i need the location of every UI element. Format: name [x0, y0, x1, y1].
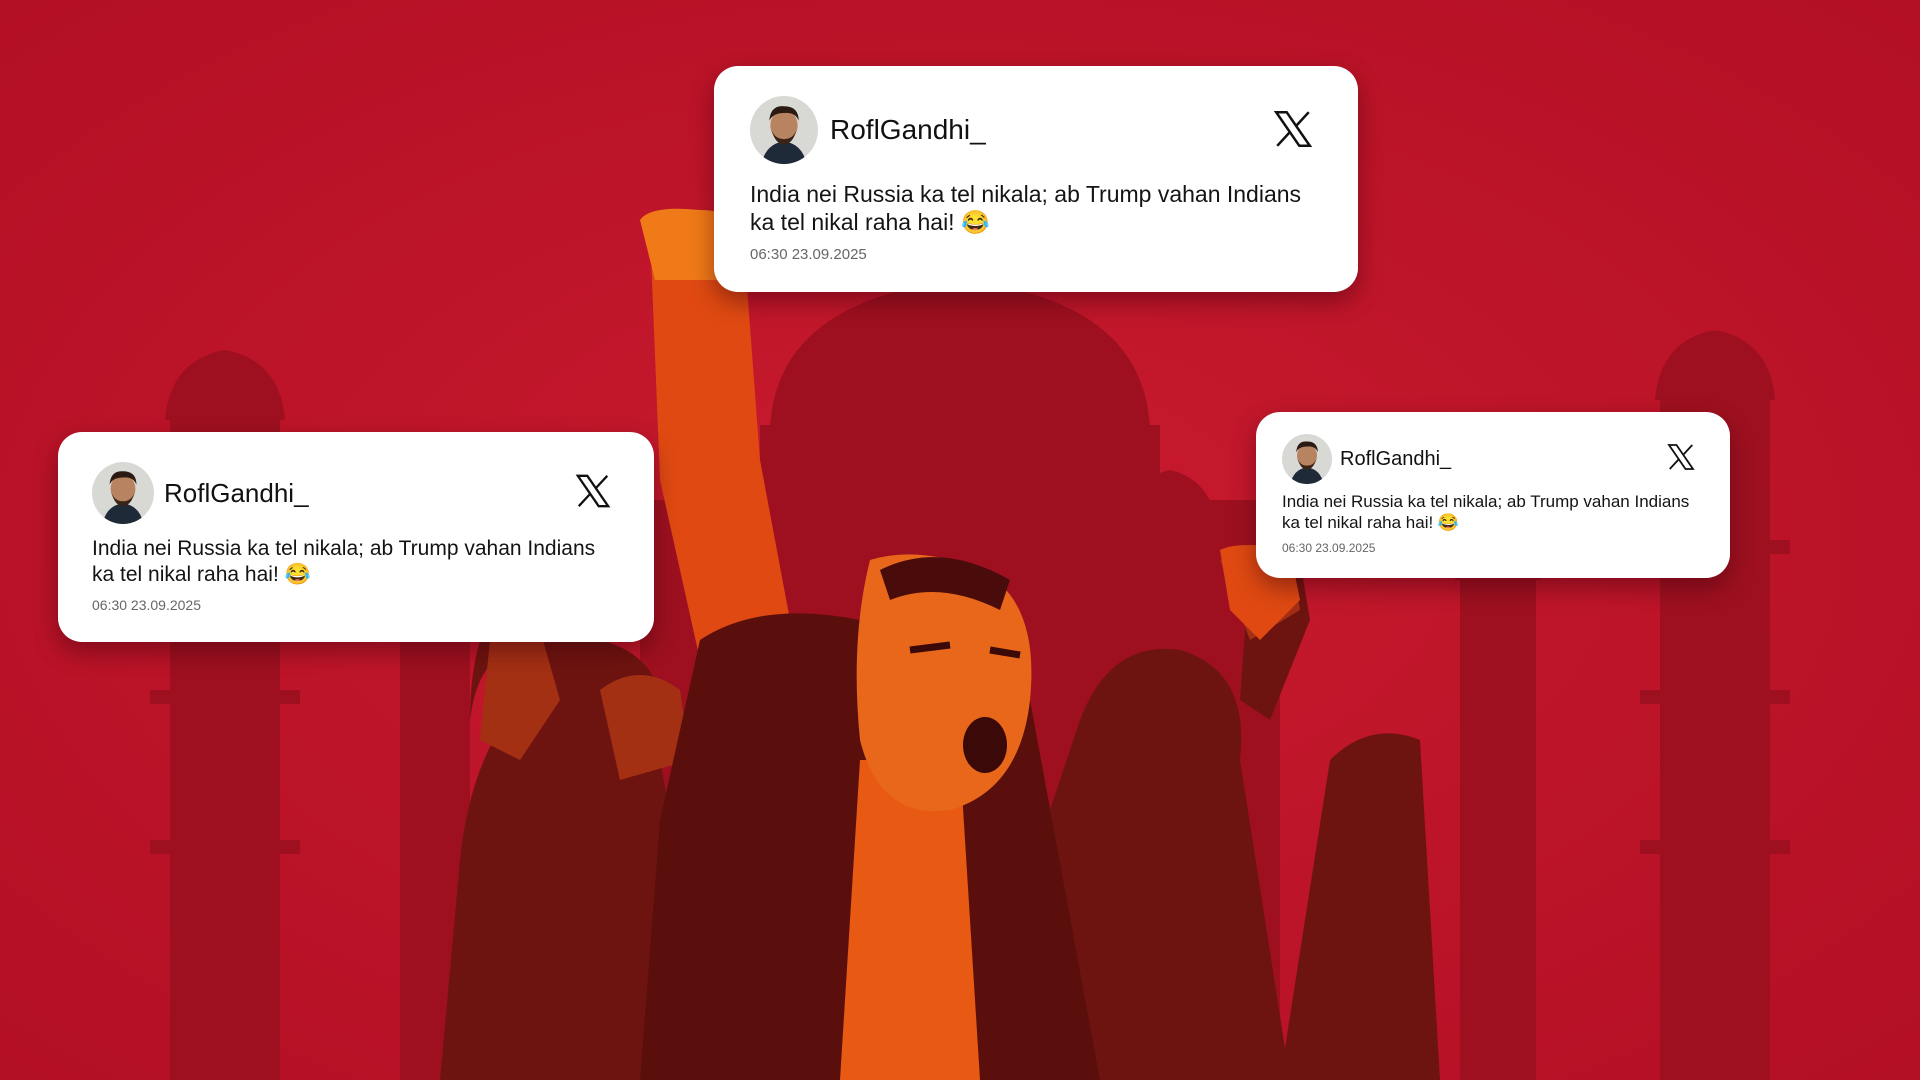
tweet-text: India nei Russia ka tel nikala; ab Trump… [92, 537, 596, 586]
tweet-text: India nei Russia ka tel nikala; ab Trump… [750, 181, 1302, 236]
x-logo-icon[interactable] [1272, 108, 1314, 150]
username[interactable]: RoflGandhi_ [1340, 448, 1451, 471]
tweet-card[interactable]: RoflGandhi_ India nei Russia ka tel nika… [58, 432, 654, 642]
tweet-text: India nei Russia ka tel nikala; ab Trump… [1282, 492, 1690, 532]
tweet-header: RoflGandhi_ [1282, 434, 1704, 484]
avatar-image [750, 96, 818, 164]
avatar-image [1282, 434, 1332, 484]
x-logo-icon[interactable] [1666, 442, 1696, 472]
tweet-card[interactable]: RoflGandhi_ India nei Russia ka tel nika… [714, 66, 1358, 292]
avatar[interactable] [750, 96, 818, 164]
tweet-timestamp: 06:30 23.09.2025 [92, 597, 201, 614]
tweet-timestamp: 06:30 23.09.2025 [1282, 541, 1376, 556]
avatar[interactable] [92, 462, 154, 524]
tweet-header: RoflGandhi_ [750, 96, 1322, 164]
tweet-header: RoflGandhi_ [92, 462, 620, 524]
tweet-timestamp: 06:30 23.09.2025 [750, 246, 867, 264]
username[interactable]: RoflGandhi_ [830, 114, 986, 146]
x-logo-icon[interactable] [574, 472, 612, 510]
username[interactable]: RoflGandhi_ [164, 478, 309, 509]
tweet-card[interactable]: RoflGandhi_ India nei Russia ka tel nika… [1256, 412, 1730, 578]
avatar[interactable] [1282, 434, 1332, 484]
avatar-image [92, 462, 154, 524]
